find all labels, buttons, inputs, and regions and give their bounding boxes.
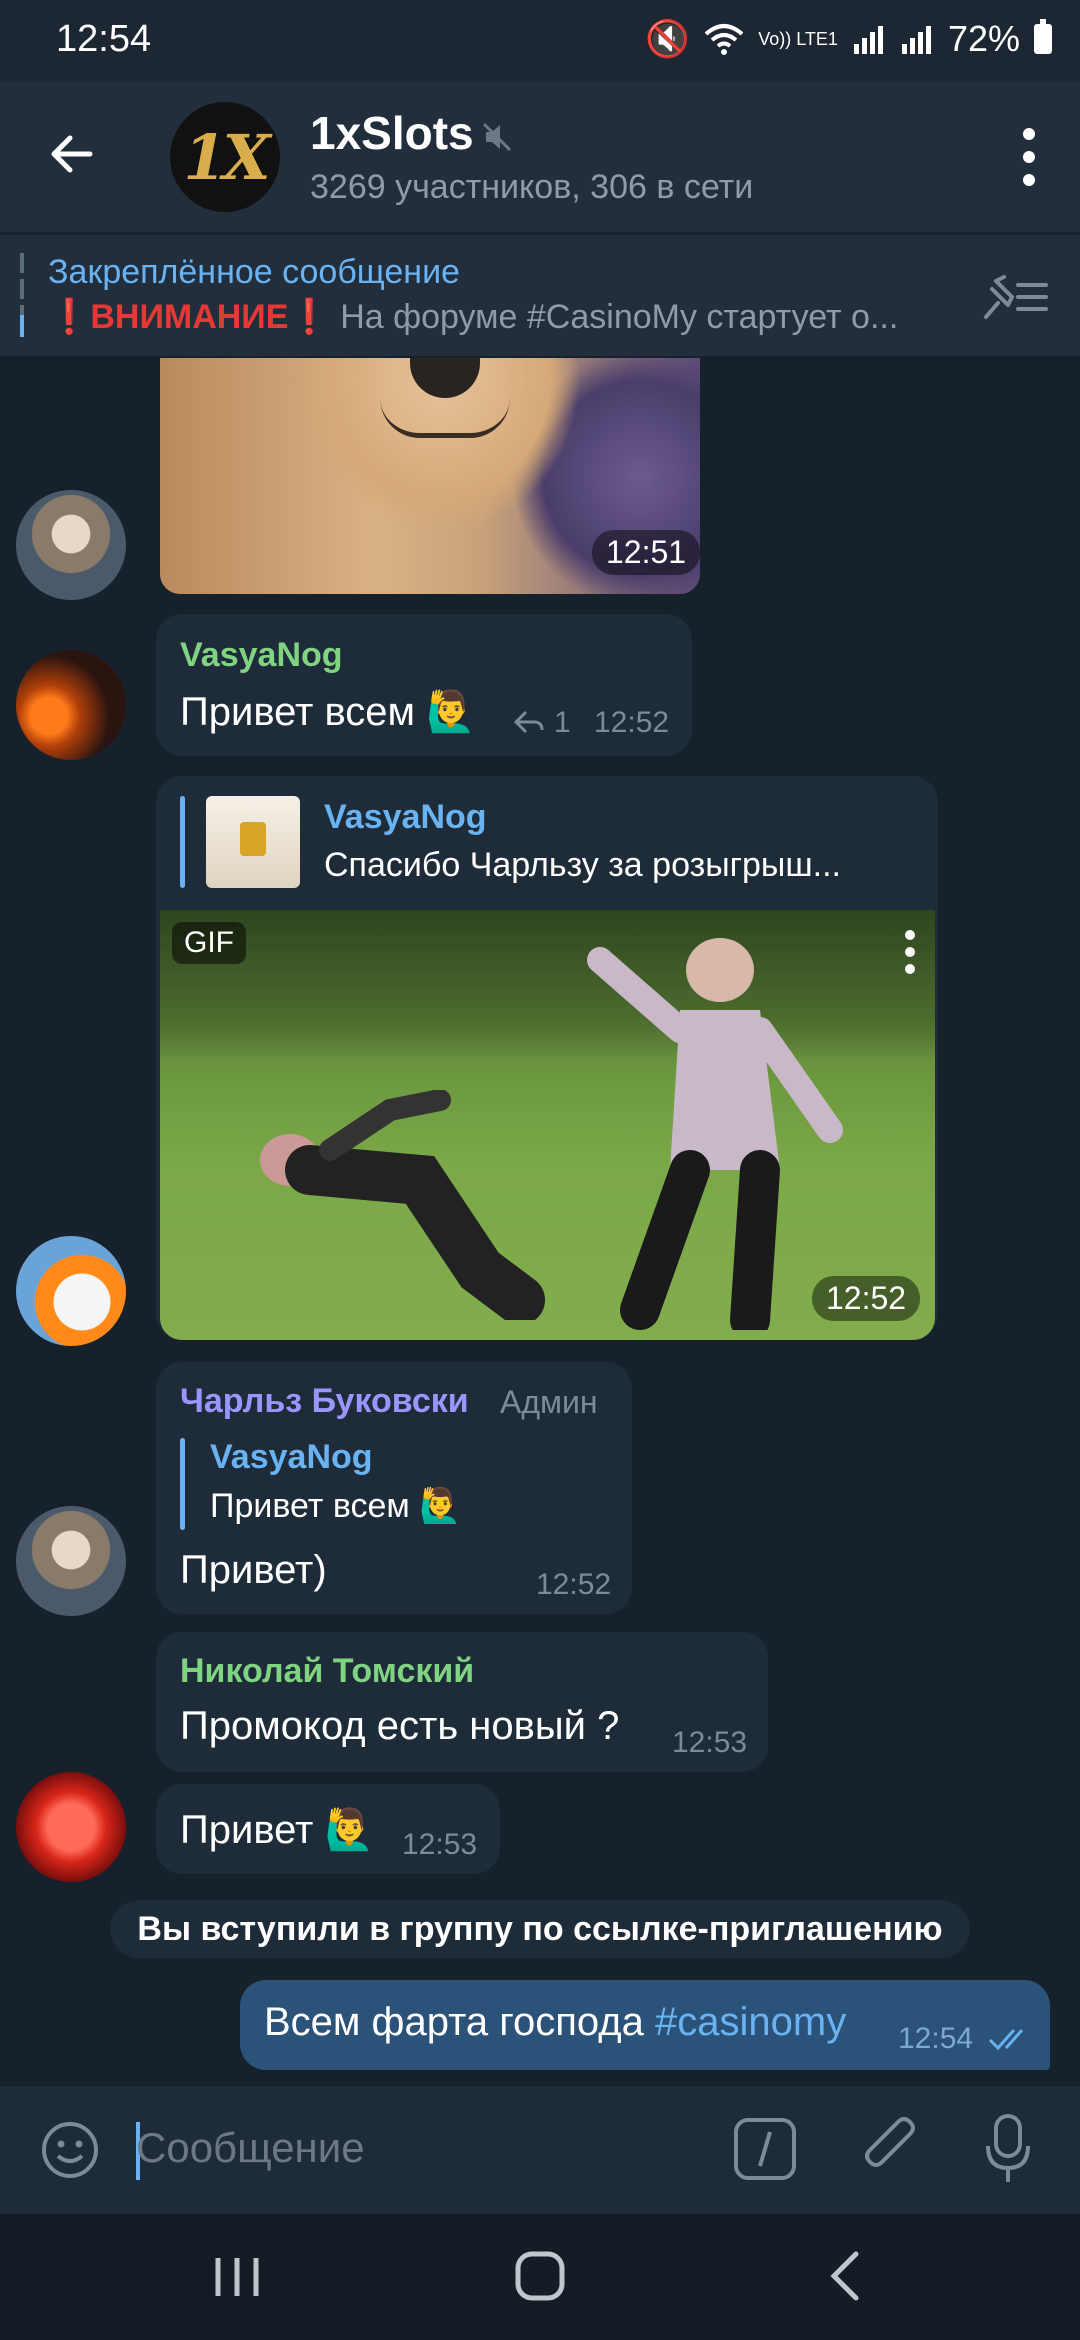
more-options-icon[interactable] bbox=[1004, 122, 1054, 192]
reply-sender[interactable]: VasyaNog bbox=[324, 798, 487, 837]
gif-animation[interactable]: GIF 12:52 bbox=[160, 910, 935, 1340]
outgoing-text: Всем фарта господа #casinomy bbox=[264, 2000, 846, 2045]
message-text: Промокод есть новый ? bbox=[180, 1704, 620, 1748]
signal-icon bbox=[853, 26, 883, 54]
message-bubble[interactable]: Привет 🙋‍♂️ 12:53 bbox=[156, 1784, 500, 1874]
message-composer: Сообщение bbox=[0, 2086, 1080, 2214]
message-sender[interactable]: VasyaNog bbox=[180, 636, 343, 675]
message-text: Привет всем 🙋‍♂️ bbox=[180, 690, 476, 734]
reply-text[interactable]: Привет всем 🙋‍♂️ bbox=[210, 1486, 462, 1526]
gif-figure-2 bbox=[587, 938, 843, 1330]
battery-icon bbox=[1034, 19, 1052, 54]
reply-count[interactable]: 1 bbox=[554, 706, 571, 740]
recent-apps-icon[interactable] bbox=[212, 2254, 262, 2300]
photo-time: 12:51 bbox=[592, 530, 700, 575]
status-time: 12:54 bbox=[56, 18, 152, 60]
microphone-icon[interactable] bbox=[982, 2112, 1034, 2186]
reply-indicator bbox=[180, 796, 185, 888]
chat-title[interactable]: 1xSlots bbox=[310, 106, 474, 160]
trophy-icon bbox=[240, 822, 266, 856]
message-input[interactable]: Сообщение bbox=[136, 2124, 365, 2172]
reply-thumbnail bbox=[206, 796, 300, 888]
avatar-nikolai[interactable] bbox=[16, 1772, 126, 1882]
message-sender[interactable]: Чарльз Буковски bbox=[180, 1382, 469, 1421]
attach-icon[interactable] bbox=[858, 2114, 924, 2184]
photo-content bbox=[410, 358, 480, 398]
avatar-vasyanog[interactable] bbox=[16, 650, 126, 760]
battery-percent: 72% bbox=[947, 18, 1020, 59]
message-text: Привет 🙋‍♂️ bbox=[180, 1808, 375, 1852]
message-time: 12:53 bbox=[402, 1828, 478, 1861]
network-type: Vo)) LTE1 bbox=[758, 29, 838, 49]
admin-badge: Админ bbox=[500, 1384, 598, 1420]
reply-sender[interactable]: VasyaNog bbox=[210, 1438, 373, 1477]
emoji-icon[interactable] bbox=[38, 2118, 102, 2182]
status-bar: 12:54 🔇 Vo)) LTE1 72% bbox=[0, 0, 1080, 82]
gif-time: 12:52 bbox=[812, 1276, 921, 1321]
bot-commands-icon[interactable] bbox=[732, 2116, 798, 2182]
message-text: Привет) bbox=[180, 1548, 327, 1592]
chat-members-count: 3269 участников, 306 в сети bbox=[310, 168, 754, 206]
reply-count-icon bbox=[513, 710, 544, 734]
pinned-title: Закреплённое сообщение bbox=[48, 253, 460, 291]
chat-avatar-logo: 1X bbox=[183, 120, 270, 194]
message-time: 12:52 bbox=[536, 1568, 612, 1601]
message-bubble[interactable]: Николай Томский Промокод есть новый ? 12… bbox=[156, 1632, 768, 1772]
hashtag-link[interactable]: #casinomy bbox=[655, 2000, 846, 2044]
message-sender[interactable]: Николай Томский bbox=[180, 1652, 474, 1691]
pinned-indicator bbox=[20, 253, 24, 337]
photo-detail bbox=[380, 398, 510, 438]
message-time: 12:52 bbox=[594, 706, 670, 739]
message-time: 12:54 bbox=[898, 2022, 974, 2055]
pinned-body: На форуме #CasinoMy стартует о... bbox=[340, 298, 899, 336]
message-bubble[interactable]: VasyaNog Привет всем 🙋‍♂️ 1 12:52 bbox=[156, 614, 692, 756]
gif-figure bbox=[260, 1090, 545, 1320]
pinned-prefix: ❗ВНИМАНИЕ❗ bbox=[48, 298, 331, 336]
service-message: Вы вступили в группу по ссылке-приглашен… bbox=[110, 1900, 970, 1958]
signal-icon-2 bbox=[901, 26, 931, 54]
avatar-charles[interactable] bbox=[16, 1506, 126, 1616]
read-checks-icon bbox=[988, 2029, 1024, 2051]
outgoing-message-bubble[interactable]: Всем фарта господа #casinomy 12:54 bbox=[240, 1980, 1050, 2070]
pinned-text: ❗ВНИМАНИЕ❗ На форуме #CasinoMy стартует … bbox=[48, 297, 948, 337]
home-icon[interactable] bbox=[514, 2250, 566, 2302]
back-arrow-icon[interactable] bbox=[40, 122, 104, 186]
avatar-hedgehog[interactable] bbox=[16, 1236, 126, 1346]
status-icons: 🔇 Vo)) LTE1 72% bbox=[645, 18, 1052, 60]
pinned-message-bar[interactable]: Закреплённое сообщение ❗ВНИМАНИЕ❗ На фор… bbox=[0, 234, 1080, 356]
message-time: 12:53 bbox=[672, 1726, 748, 1759]
message-bubble[interactable]: Чарльз Буковски Админ VasyaNog Привет вс… bbox=[156, 1362, 632, 1614]
chat-avatar[interactable]: 1X bbox=[170, 102, 280, 212]
nav-back-icon[interactable] bbox=[826, 2250, 862, 2302]
chat-header: 1X 1xSlots 3269 участников, 306 в сети bbox=[0, 82, 1080, 232]
system-nav-bar bbox=[0, 2214, 1080, 2340]
gif-menu-icon[interactable] bbox=[903, 930, 917, 974]
photo-message[interactable]: 12:51 bbox=[160, 358, 700, 594]
reply-indicator bbox=[180, 1438, 185, 1530]
pinned-list-icon[interactable] bbox=[978, 267, 1050, 327]
muted-speaker-icon bbox=[482, 122, 512, 152]
wifi-icon bbox=[704, 24, 744, 55]
avatar-charles[interactable] bbox=[16, 490, 126, 600]
mute-vibrate-icon: 🔇 bbox=[645, 18, 691, 59]
outgoing-text-body: Всем фарта господа bbox=[264, 2000, 644, 2044]
gif-badge: GIF bbox=[172, 922, 246, 964]
reply-text[interactable]: Спасибо Чарльзу за розыгрыш... bbox=[324, 846, 841, 885]
